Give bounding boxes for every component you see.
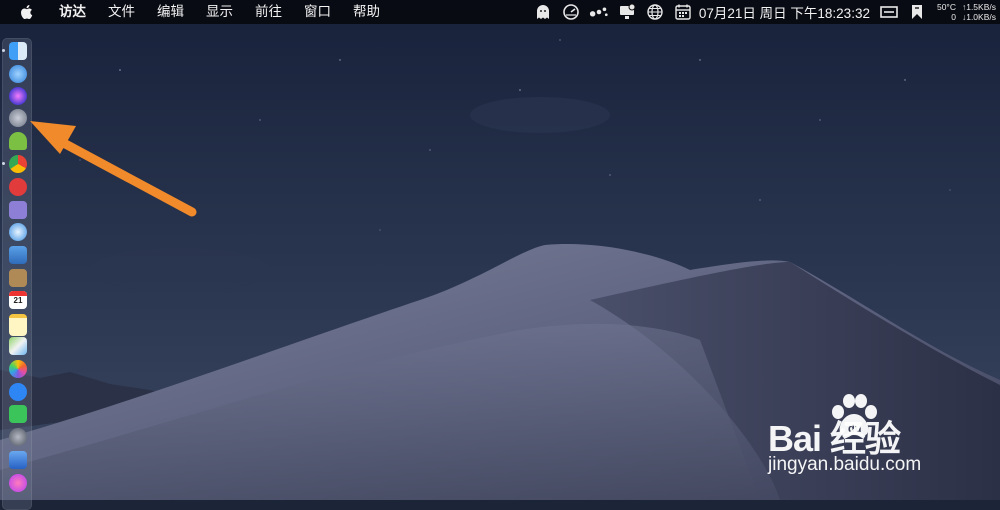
globe-icon[interactable]	[645, 3, 665, 21]
maps-icon[interactable]	[9, 337, 27, 355]
display-icon[interactable]	[617, 3, 637, 21]
menu-go[interactable]: 前往	[244, 0, 293, 24]
system-preferences-icon[interactable]	[9, 428, 27, 446]
calendar-icon[interactable]	[673, 3, 693, 21]
notes-icon[interactable]	[9, 269, 27, 287]
baidu-url: jingyan.baidu.com	[768, 454, 922, 475]
itunes-icon[interactable]	[9, 474, 27, 492]
annotation-arrow	[30, 121, 197, 217]
calendar-icon[interactable]: 21	[9, 291, 27, 309]
upload-speed: ↑1.5KB/s	[961, 2, 996, 12]
keynote-icon[interactable]	[9, 451, 27, 469]
wechat-icon[interactable]	[9, 405, 27, 423]
screen-icon[interactable]	[879, 3, 899, 21]
dots-icon[interactable]	[589, 3, 609, 21]
menu-window[interactable]: 窗口	[293, 0, 342, 24]
ghost-icon[interactable]	[533, 3, 553, 21]
preview-icon[interactable]	[9, 246, 27, 264]
calendar-day: 21	[13, 296, 23, 305]
photos-icon[interactable]	[9, 360, 27, 378]
system-stats[interactable]: 50°C ↑1.5KB/s 0 ↓1.0KB/s	[937, 2, 996, 22]
download-speed: ↓1.0KB/s	[961, 12, 996, 22]
fan-readout: 0	[951, 12, 956, 22]
messages-icon[interactable]	[9, 383, 27, 401]
bookmark-icon[interactable]	[907, 3, 927, 21]
notes-yellow-icon[interactable]	[9, 314, 27, 336]
gauge-icon[interactable]	[561, 3, 581, 21]
menu-help[interactable]: 帮助	[342, 0, 391, 24]
menu-clock[interactable]: 07月21日 周日 下午18:23:32	[699, 2, 870, 22]
temperature-readout: 50°C	[936, 2, 956, 12]
baidu-watermark: du Bai 经验 jingyan.baidu.com	[768, 392, 988, 482]
